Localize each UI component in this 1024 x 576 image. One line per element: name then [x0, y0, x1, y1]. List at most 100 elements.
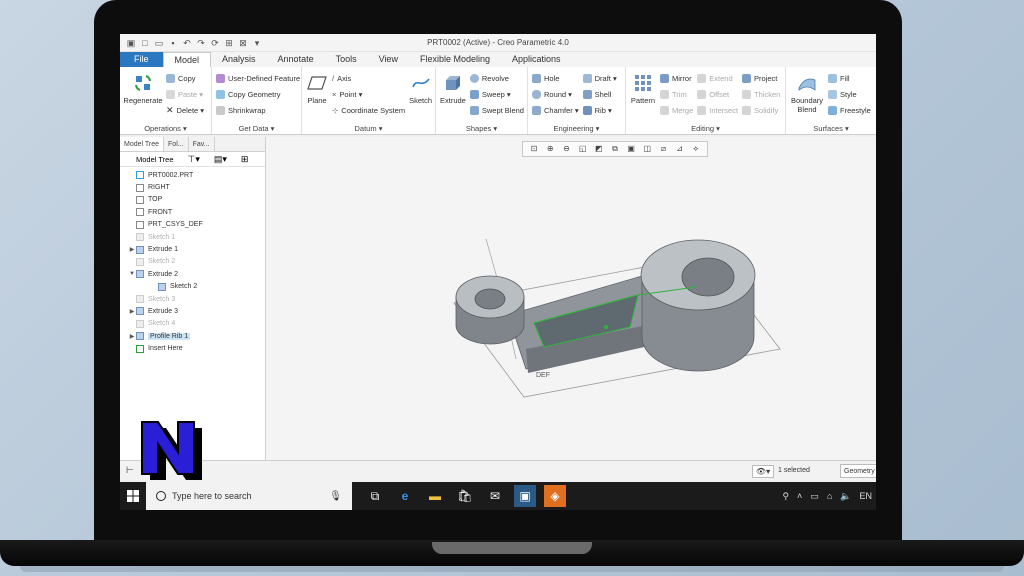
tree-item[interactable]: RIGHT	[120, 181, 265, 193]
tree-item[interactable]: Sketch 1	[120, 231, 265, 243]
tree-item[interactable]: Sketch 3	[120, 293, 265, 305]
pattern-button[interactable]: Pattern	[630, 70, 656, 122]
rib-handle-point[interactable]	[604, 325, 608, 329]
tree-item[interactable]: Sketch 2	[120, 256, 265, 268]
tree-item[interactable]: ▶ Extrude 3	[120, 305, 265, 317]
group-label-surfaces[interactable]: Surfaces ▾	[786, 124, 876, 133]
tab-tools[interactable]: Tools	[325, 52, 368, 67]
tree-expand-icon[interactable]: ▶	[128, 246, 136, 253]
hole-button[interactable]: Hole	[532, 72, 579, 84]
rib-button[interactable]: Rib ▾	[582, 104, 617, 116]
regenerate-button[interactable]: Regenerate	[123, 70, 163, 122]
store-icon[interactable]: 🛍	[454, 485, 476, 507]
tab-folder-browser[interactable]: Fol...	[164, 137, 189, 151]
extend-button[interactable]: Extend	[697, 72, 738, 84]
sketch-button[interactable]: Sketch	[409, 70, 432, 122]
delete-button[interactable]: ✕ Delete ▾	[166, 104, 204, 116]
battery-icon[interactable]: ▭	[810, 491, 819, 502]
microphone-icon[interactable]: 🎙	[329, 491, 342, 502]
udf-button[interactable]: User-Defined Feature	[216, 72, 300, 84]
tree-item[interactable]: Sketch 4	[120, 318, 265, 330]
swept-blend-button[interactable]: Swept Blend	[469, 104, 524, 116]
network-icon[interactable]: ⌂	[827, 491, 832, 501]
graphics-viewport[interactable]: ⊡ ⊕ ⊖ ◱ ◩ ⧉ ▣ ◫ ⧄ ⊿ ⟡ DEF	[266, 137, 876, 460]
fill-button[interactable]: Fill	[828, 72, 871, 84]
tree-filter-icon[interactable]: ⊤▾	[188, 154, 200, 165]
sweep-button[interactable]: Sweep ▾	[469, 88, 524, 100]
tree-expand-icon[interactable]: ▶	[128, 308, 136, 315]
tree-item[interactable]: ▶ Profile Rib 1	[120, 330, 265, 342]
app-icon-blue[interactable]: ▣	[514, 485, 536, 507]
group-label-engineering[interactable]: Engineering ▾	[528, 124, 625, 133]
task-view-icon[interactable]: ⧉	[364, 485, 386, 507]
extrude-button[interactable]: Extrude	[440, 70, 466, 122]
taskbar-search-input[interactable]: Type here to search 🎙	[146, 482, 352, 510]
group-label-shapes[interactable]: Shapes ▾	[436, 124, 527, 133]
intersect-button[interactable]: Intersect	[697, 104, 738, 116]
group-label-editing[interactable]: Editing ▾	[626, 124, 785, 133]
copy-geometry-button[interactable]: Copy Geometry	[216, 88, 300, 100]
tab-model-tree[interactable]: Model Tree	[120, 137, 165, 151]
file-explorer-icon[interactable]: ▬	[424, 485, 446, 507]
tree-item[interactable]: FRONT	[120, 206, 265, 218]
round-button[interactable]: Round ▾	[532, 88, 579, 100]
tree-item[interactable]: ▶ Extrude 1	[120, 243, 265, 255]
part-model[interactable]: DEF	[266, 137, 876, 460]
group-label-datum[interactable]: Datum ▾	[302, 124, 435, 133]
group-label-operations[interactable]: Operations ▾	[120, 124, 211, 133]
plane-button[interactable]: Plane	[306, 70, 328, 122]
solidify-button[interactable]: Solidify	[742, 104, 780, 116]
axis-button[interactable]: / Axis	[332, 72, 405, 84]
merge-button[interactable]: Merge	[660, 104, 693, 116]
group-label-get-data[interactable]: Get Data ▾	[212, 124, 301, 133]
tab-flexible-modeling[interactable]: Flexible Modeling	[409, 52, 501, 67]
freestyle-button[interactable]: Freestyle	[828, 104, 871, 116]
tree-expand-icon[interactable]: ▶	[128, 333, 136, 340]
tab-annotate[interactable]: Annotate	[267, 52, 325, 67]
language-indicator[interactable]: EN	[859, 491, 872, 501]
find-binoculars-icon[interactable]: 👁▾	[752, 465, 774, 478]
tab-view[interactable]: View	[368, 52, 409, 67]
tree-item[interactable]: TOP	[120, 194, 265, 206]
tree-item[interactable]: Insert Here	[120, 342, 265, 354]
tab-analysis[interactable]: Analysis	[211, 52, 267, 67]
tab-file[interactable]: File	[120, 52, 163, 67]
tab-model[interactable]: Model	[162, 52, 212, 67]
draft-button[interactable]: Draft ▾	[582, 72, 617, 84]
paste-button[interactable]: Paste ▾	[166, 88, 204, 100]
point-button[interactable]: × Point ▾	[332, 88, 405, 100]
offset-button[interactable]: Offset	[697, 88, 738, 100]
creo-app-icon[interactable]: ◈	[544, 485, 566, 507]
tree-item[interactable]: PRT0002.PRT	[120, 169, 265, 181]
copy-button[interactable]: Copy	[166, 72, 204, 84]
selection-filter-select[interactable]: Geometry	[840, 464, 876, 478]
chevron-up-icon[interactable]: ˄	[797, 491, 802, 501]
csys-button[interactable]: ⊹ Coordinate System	[332, 104, 405, 116]
volume-icon[interactable]: 🔈	[840, 491, 851, 502]
shell-button[interactable]: Shell	[582, 88, 617, 100]
tree-settings-icon[interactable]: ▤▾	[214, 154, 227, 165]
people-icon[interactable]: ⚲	[782, 491, 789, 502]
shrinkwrap-button[interactable]: Shrinkwrap	[216, 104, 300, 116]
mail-icon[interactable]: ✉	[484, 485, 506, 507]
tree-expand-icon[interactable]: ▼	[128, 271, 136, 277]
tab-favorites[interactable]: Fav...	[189, 137, 215, 151]
project-button[interactable]: Project	[742, 72, 780, 84]
large-boss-hole[interactable]	[681, 257, 735, 297]
revolve-button[interactable]: Revolve	[469, 72, 524, 84]
toggle-navigator-icon[interactable]: ⊢	[126, 465, 134, 476]
trim-button[interactable]: Trim	[660, 88, 693, 100]
tree-columns-icon[interactable]: ⊞	[241, 154, 249, 165]
thicken-button[interactable]: Thicken	[742, 88, 780, 100]
mirror-button[interactable]: Mirror	[660, 72, 693, 84]
tree-item[interactable]: PRT_CSYS_DEF	[120, 219, 265, 231]
boundary-blend-button[interactable]: Boundary Blend	[790, 70, 824, 122]
chamfer-button[interactable]: Chamfer ▾	[532, 104, 579, 116]
tree-item[interactable]: Sketch 2	[120, 281, 265, 293]
edge-icon[interactable]: e	[394, 485, 416, 507]
start-button[interactable]	[120, 482, 146, 510]
style-button[interactable]: Style	[828, 88, 871, 100]
tab-applications[interactable]: Applications	[501, 52, 572, 67]
small-boss-hole[interactable]	[474, 288, 506, 310]
tree-item[interactable]: ▼ Extrude 2	[120, 268, 265, 280]
